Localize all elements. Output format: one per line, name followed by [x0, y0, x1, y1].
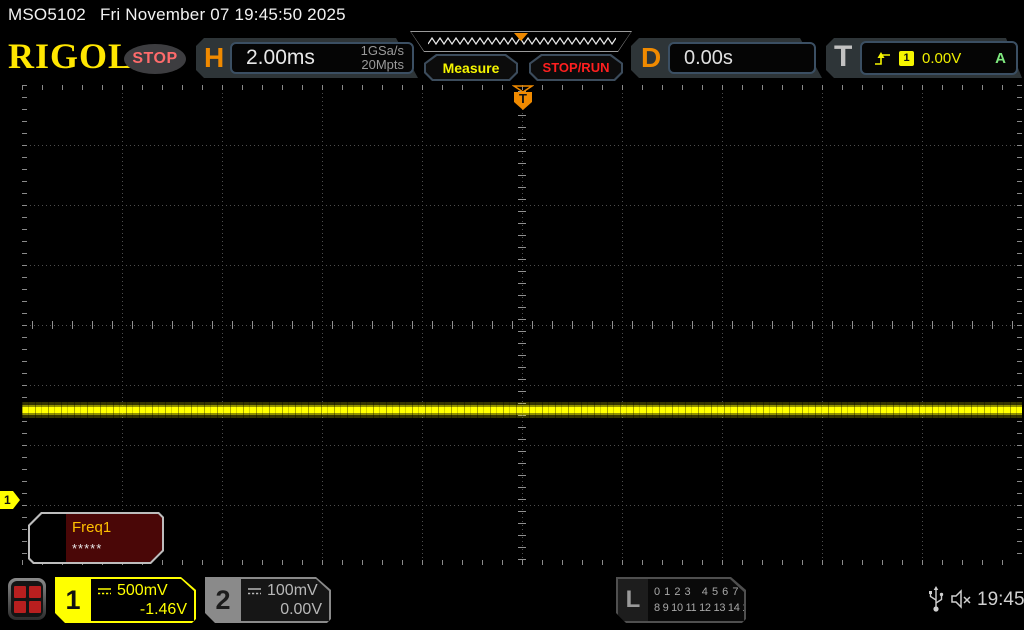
- channel1-status-block[interactable]: 1 500mV -1.46V: [55, 577, 196, 623]
- system-clock: 19:45: [977, 589, 1024, 610]
- trigger-position-marker[interactable]: T: [512, 85, 534, 113]
- channel1-scale: 500mV: [117, 582, 168, 599]
- channel1-offset: -1.46V: [139, 601, 187, 618]
- usb-icon: [929, 586, 944, 612]
- ch1-trace-noise: [22, 402, 1022, 418]
- oscilloscope-screen: MSO5102 Fri November 07 19:45:50 2025 RIG…: [0, 0, 1024, 630]
- channel2-status-block[interactable]: 2 100mV 0.00V: [205, 577, 331, 623]
- rigol-logo: RIGOL: [8, 36, 134, 76]
- dc-coupling-icon: [247, 586, 262, 596]
- model-name: MSO5102: [8, 5, 86, 24]
- sample-rate: 1GSa/s: [360, 43, 404, 58]
- stop-run-button-label: STOP/RUN: [542, 60, 610, 75]
- channel1-number: 1: [65, 584, 81, 615]
- ch1-ground-marker[interactable]: 1: [0, 491, 20, 509]
- preview-trigger-position-icon: [514, 33, 528, 41]
- svg-text:T: T: [519, 91, 527, 106]
- channel2-number: 2: [215, 584, 231, 615]
- measure-button-label: Measure: [442, 59, 500, 76]
- logic-analyzer-block[interactable]: L 0 1 2 3 4 5 6 7 8 9 10 11 12 13 14 15: [616, 577, 746, 623]
- trigger-level: 0.00V: [922, 49, 962, 67]
- delay-value: 0.00s: [684, 46, 733, 69]
- delay-label: D: [641, 42, 662, 73]
- measure-button[interactable]: Measure: [424, 54, 518, 81]
- measurement-value: *****: [72, 541, 103, 556]
- logic-channels-row1: 0 1 2 3 4 5 6 7: [654, 586, 739, 598]
- trigger-mode-auto: A: [995, 49, 1006, 67]
- acquisition-info: 1GSa/s 20Mpts: [361, 44, 404, 72]
- logic-channels-row2: 8 9 10 11 12 13 14 15: [654, 602, 754, 614]
- channel2-scale: 100mV: [267, 582, 318, 599]
- graticule-grid: [22, 85, 1022, 565]
- logic-label: L: [618, 579, 648, 621]
- menu-grid-button[interactable]: [8, 578, 46, 620]
- timebase-box[interactable]: 2.00ms 1GSa/s 20Mpts: [230, 42, 414, 74]
- menu-grid-icon: [11, 581, 43, 617]
- memory-depth: 20Mpts: [361, 57, 404, 72]
- trigger-box[interactable]: 1 0.00V A: [860, 41, 1018, 75]
- timebase-value: 2.00ms: [246, 46, 315, 69]
- channel2-offset: 0.00V: [280, 601, 322, 618]
- trigger-source-badge: 1: [899, 50, 914, 66]
- datetime: Fri November 07 19:45:50 2025: [99, 5, 346, 24]
- run-state-label: STOP: [132, 50, 178, 67]
- run-state-indicator[interactable]: STOP: [124, 44, 186, 74]
- delay-box[interactable]: 0.00s: [668, 42, 816, 74]
- dc-coupling-icon: [97, 586, 112, 596]
- measurement-name: Freq1: [72, 519, 112, 536]
- rising-edge-icon: [875, 51, 890, 65]
- measurement-box[interactable]: Freq1 *****: [30, 514, 162, 562]
- trigger-label: T: [834, 40, 853, 73]
- speaker-muted-icon[interactable]: [950, 589, 974, 609]
- horizontal-label: H: [204, 42, 225, 73]
- stop-run-button[interactable]: STOP/RUN: [529, 54, 623, 81]
- title-bar: MSO5102 Fri November 07 19:45:50 2025: [8, 5, 360, 25]
